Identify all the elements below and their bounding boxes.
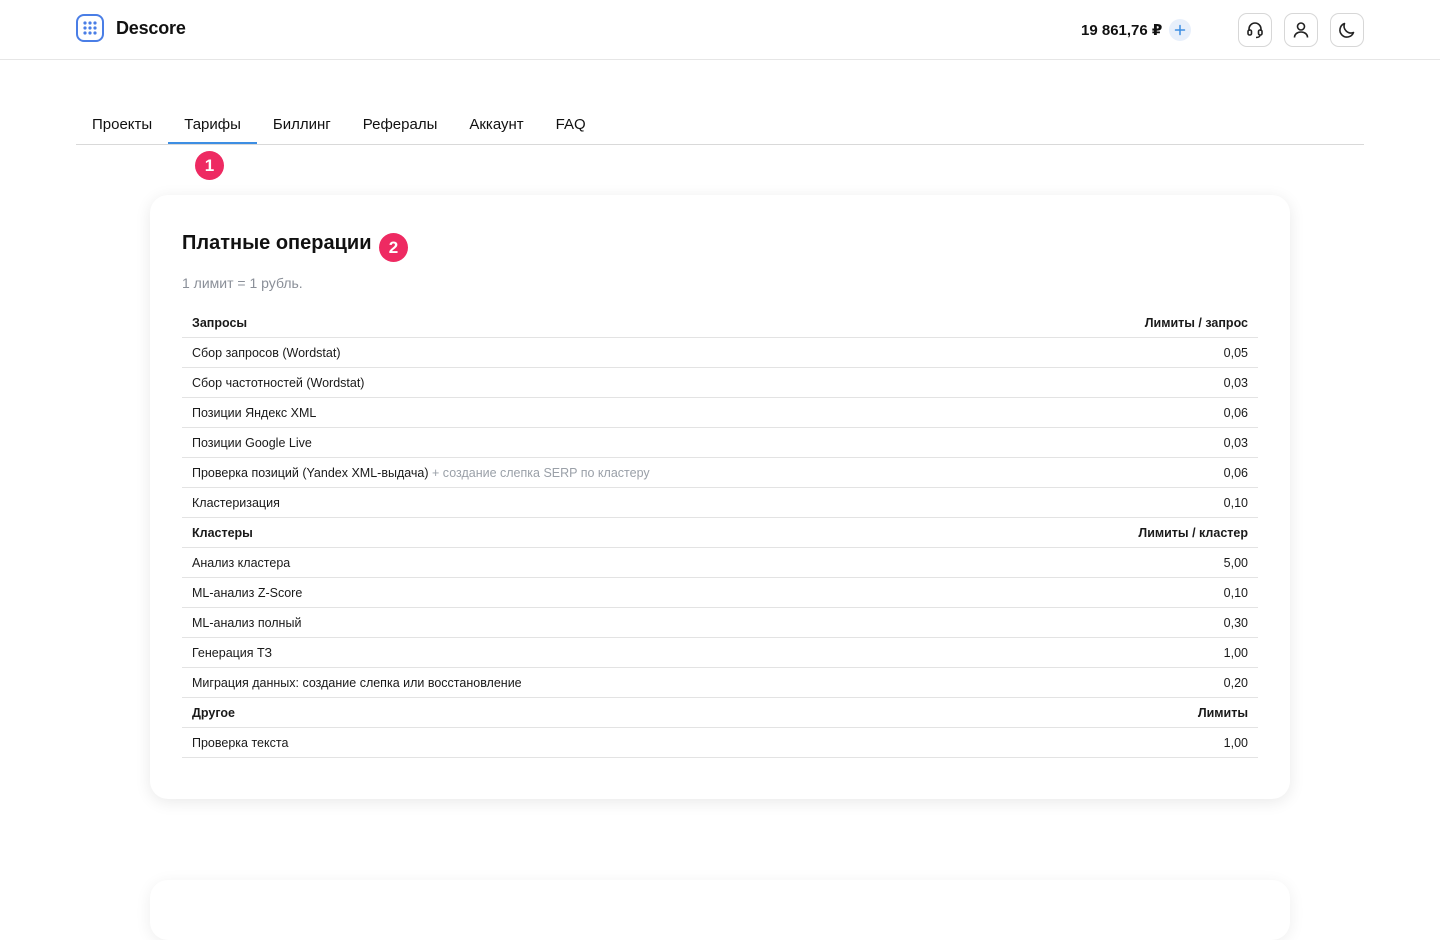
operation-label: Позиции Яндекс XML: [182, 397, 1029, 428]
table-row: ML-анализ Z-Score 0,10: [182, 577, 1258, 608]
operation-value: 0,06: [1028, 457, 1258, 488]
annotation-marker-1: 1: [195, 151, 224, 180]
operation-label: Сбор запросов (Wordstat): [182, 337, 1029, 368]
operation-value: 0,05: [1028, 337, 1258, 368]
balance-value: 19 861,76 ₽: [1081, 22, 1163, 39]
table-row: Проверка текста 1,00: [182, 727, 1258, 758]
section-header-row: Другое Лимиты: [182, 697, 1258, 728]
section-name: Запросы: [182, 308, 1029, 338]
top-header: Descore 19 861,76 ₽: [0, 0, 1440, 60]
operation-note: + создание слепка SERP по кластеру: [432, 465, 650, 480]
operation-label: Генерация ТЗ: [182, 637, 1029, 668]
logo-grid-icon: [76, 14, 104, 42]
next-card: [150, 880, 1290, 940]
table-row: Позиции Google Live 0,03: [182, 427, 1258, 458]
operations-table: Запросы Лимиты / запрос Сбор запросов (W…: [182, 308, 1258, 758]
tab-account[interactable]: Аккаунт: [453, 107, 539, 143]
operation-label: Проверка текста: [182, 727, 1029, 758]
operation-label: Миграция данных: создание слепка или вос…: [182, 667, 1029, 698]
profile-button[interactable]: [1284, 13, 1318, 47]
table-row: Анализ кластера 5,00: [182, 547, 1258, 578]
table-row: Позиции Яндекс XML 0,06: [182, 397, 1258, 428]
table-row: Кластеризация 0,10: [182, 487, 1258, 518]
tab-billing[interactable]: Биллинг: [257, 107, 347, 143]
plus-icon: [1175, 24, 1186, 36]
section-name: Другое: [182, 697, 1029, 728]
operation-value: 0,20: [1028, 667, 1258, 698]
tab-tariffs[interactable]: Тарифы: [168, 107, 257, 144]
main-tabs: Проекты Тарифы Биллинг Рефералы Аккаунт …: [76, 107, 1364, 145]
theme-toggle-button[interactable]: [1330, 13, 1364, 47]
tab-projects[interactable]: Проекты: [76, 107, 168, 143]
table-row: Сбор запросов (Wordstat) 0,05: [182, 337, 1258, 368]
operation-label: Сбор частотностей (Wordstat): [182, 367, 1029, 398]
operation-value: 0,03: [1028, 367, 1258, 398]
support-button[interactable]: [1238, 13, 1272, 47]
section-header-row: Запросы Лимиты / запрос: [182, 308, 1258, 338]
operation-value: 1,00: [1028, 727, 1258, 758]
support-headset-icon: [1247, 22, 1263, 39]
add-funds-button[interactable]: [1169, 19, 1192, 41]
tab-referrals[interactable]: Рефералы: [347, 107, 454, 143]
operation-value: 1,00: [1028, 637, 1258, 668]
operation-value: 0,10: [1028, 577, 1258, 608]
operation-label: ML-анализ Z-Score: [182, 577, 1029, 608]
section-unit: Лимиты / запрос: [1028, 308, 1258, 338]
operation-label: Кластеризация: [182, 487, 1029, 518]
operation-label: Анализ кластера: [182, 547, 1029, 578]
table-row: Сбор частотностей (Wordstat) 0,03: [182, 367, 1258, 398]
table-row: Проверка позиций (Yandex XML-выдача) + с…: [182, 457, 1258, 488]
operation-value: 0,10: [1028, 487, 1258, 518]
paid-operations-card: Платные операции 1 лимит = 1 рубль. Запр…: [150, 195, 1290, 799]
section-unit: Лимиты / кластер: [1028, 517, 1258, 548]
operation-label-cell: Проверка позиций (Yandex XML-выдача) + с…: [182, 457, 1029, 488]
app-name: Descore: [116, 17, 186, 38]
table-row: Генерация ТЗ 1,00: [182, 637, 1258, 668]
section-name: Кластеры: [182, 517, 1029, 548]
operation-value: 0,06: [1028, 397, 1258, 428]
table-row: ML-анализ полный 0,30: [182, 607, 1258, 638]
card-subtitle: 1 лимит = 1 рубль.: [182, 275, 303, 291]
user-icon: [1293, 22, 1309, 38]
section-header-row: Кластеры Лимиты / кластер: [182, 517, 1258, 548]
operation-value: 0,30: [1028, 607, 1258, 638]
card-title: Платные операции: [182, 232, 372, 254]
operation-label: Проверка позиций (Yandex XML-выдача): [192, 465, 429, 480]
annotation-marker-2: 2: [379, 233, 408, 262]
operation-value: 5,00: [1028, 547, 1258, 578]
logo[interactable]: Descore: [76, 14, 186, 42]
table-row: Миграция данных: создание слепка или вос…: [182, 667, 1258, 698]
moon-icon: [1339, 22, 1355, 38]
operation-label: Позиции Google Live: [182, 427, 1029, 458]
operation-value: 0,03: [1028, 427, 1258, 458]
balance: 19 861,76 ₽: [1081, 19, 1192, 41]
operation-label: ML-анализ полный: [182, 607, 1029, 638]
tab-faq[interactable]: FAQ: [540, 107, 602, 143]
section-unit: Лимиты: [1028, 697, 1258, 728]
